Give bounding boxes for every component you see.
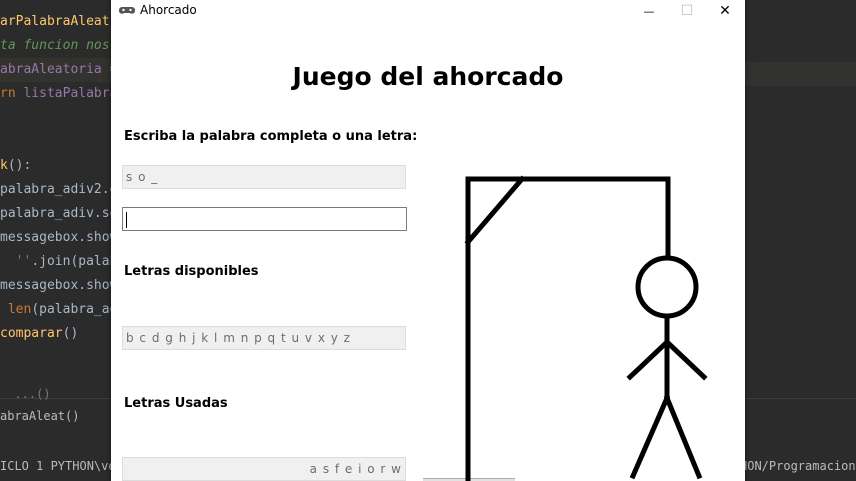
available-letters-display: b c d g h j k l m n p q t u v x y z <box>122 326 406 350</box>
code-line: abraAleatoria = r <box>0 58 133 82</box>
window-titlebar[interactable]: Ahorcado — ☐ ✕ <box>111 0 745 22</box>
code-token: arPalabraAleat <box>0 14 110 29</box>
editor-right-strip <box>745 0 856 398</box>
code-token: k <box>0 158 8 173</box>
hangman-right-leg <box>663 394 703 480</box>
code-line: ''.join(palabra <box>0 250 133 274</box>
code-line: ta funcion nos d <box>0 34 125 58</box>
code-token: messagebox.showi <box>0 278 126 293</box>
used-letters-label: Letras Usadas <box>124 396 228 411</box>
terminal-path-left: ICLO 1 PYTHON\ve <box>0 459 116 473</box>
guessed-word-display: s o _ <box>122 165 406 189</box>
maximize-button[interactable]: ☐ <box>667 0 707 22</box>
text-cursor <box>126 211 127 228</box>
minimize-icon: — <box>643 4 655 18</box>
code-token: len <box>0 302 32 317</box>
hangman-drawing <box>464 175 708 481</box>
code-token: (): <box>7 158 32 173</box>
code-token: comparar <box>0 326 63 341</box>
available-letters-label: Letras disponibles <box>124 264 259 279</box>
code-token: rn <box>0 86 24 101</box>
code-line: messagebox.showi <box>0 274 125 298</box>
close-icon: ✕ <box>719 3 731 19</box>
close-button[interactable]: ✕ <box>705 0 745 22</box>
code-line: arPalabraAleat(l <box>0 10 125 34</box>
guess-input[interactable] <box>122 207 407 231</box>
code-token: () <box>62 326 79 341</box>
structure-dots: ...() <box>0 387 51 401</box>
used-letters-display: a s f e i o r w <box>122 457 406 481</box>
code-line: rn listaPalabras <box>0 82 125 106</box>
code-token: abraAleatoria <box>0 62 102 77</box>
window-title: Ahorcado <box>140 3 197 17</box>
hangman-window: Ahorcado — ☐ ✕ Juego del ahorcado Escrib… <box>111 0 745 481</box>
code-line: palabra_adiv2.get <box>0 178 133 202</box>
page-title: Juego del ahorcado <box>292 62 564 91</box>
code-line: messagebox.showi <box>0 226 125 250</box>
hangman-right-arm <box>663 338 708 381</box>
code-line: palabra_adiv.set <box>0 202 125 226</box>
code-line: len(palabra_adi <box>0 298 125 322</box>
prompt-label: Escriba la palabra completa o una letra: <box>124 129 418 144</box>
code-token: messagebox.showi <box>0 230 126 245</box>
code-token: listaPalabras <box>23 86 126 101</box>
minimize-button[interactable]: — <box>629 0 669 22</box>
code-token: palabra_adiv.set <box>0 206 126 221</box>
code-line: comparar() <box>0 322 111 346</box>
terminal-path-right: HON/Programacion <box>740 459 856 473</box>
structure-function-name: abraAleat() <box>0 409 80 423</box>
hangman-head <box>635 255 699 319</box>
code-token: ta funcion nos d <box>0 38 126 53</box>
hangman-left-leg <box>629 394 671 480</box>
maximize-icon: ☐ <box>680 3 694 19</box>
editor-line-highlight <box>745 62 856 86</box>
code-line: k(): <box>0 154 111 178</box>
gallows-brace <box>464 175 526 246</box>
code-token: '' <box>15 254 32 269</box>
hangman-left-arm <box>626 338 671 381</box>
game-controller-icon <box>119 7 135 14</box>
